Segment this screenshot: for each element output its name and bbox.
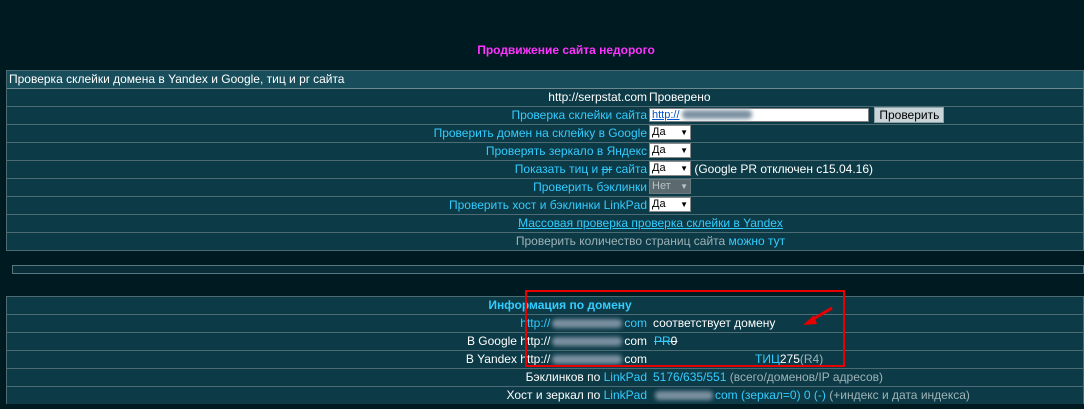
google-info-label: В Google http://com (466, 334, 647, 348)
yandex-info-row: В Yandex http://com ТИЦ275(R4) (7, 351, 1083, 369)
mass-check-row: Массовая проверка проверка склейки в Yan… (7, 215, 1083, 233)
host-info-label: Хост и зеркал по LinkPad (506, 388, 647, 402)
yandex-label: Проверять зеркало в Яндекс (485, 144, 647, 158)
host-info-value: com (зеркал=0) 0 (-) (+индекс и дата инд… (653, 387, 970, 404)
checker-label: http://serpstat.com (548, 90, 647, 104)
backlinks-label: Проверить бэклинки (533, 180, 647, 194)
chevron-down-icon: ▼ (680, 200, 688, 210)
yandex-select-wrap: Да ▼ (649, 143, 691, 160)
info-title: Информация по домену (488, 298, 632, 312)
linkpad-row: Проверить хост и бэклинки LinkPad Да ▼ (7, 197, 1083, 215)
checker-status: Проверено (649, 90, 711, 104)
domain-info-panel: Информация по домену http://com соответс… (6, 296, 1084, 404)
tic-row: Показать тиц и pr сайта Да ▼ (Google PR о… (7, 161, 1083, 179)
google-info-row: В Google http://com PR0 (7, 333, 1083, 351)
domain-label: http://com (520, 316, 647, 330)
host-info-row: Хост и зеркал по LinkPad com (зеркал=0) … (7, 387, 1083, 404)
mass-check-link[interactable]: Массовая проверка проверка склейки в Yan… (518, 216, 783, 230)
pages-link[interactable]: можно тут (729, 234, 786, 248)
chevron-down-icon: ▼ (680, 128, 688, 138)
url-label: Проверка склейки сайта (511, 108, 647, 122)
redacted-domain (681, 110, 752, 120)
url-input-value: http:// (652, 108, 680, 121)
form-title: Проверка склейки домена в Yandex и Googl… (7, 71, 1083, 89)
backlinks-info-value: 5176/635/551 (всего/доменов/IP адресов) (653, 370, 884, 384)
linkpad-select[interactable]: Да ▼ (649, 197, 691, 213)
backlinks-select-wrap: Нет ▼ (649, 179, 691, 196)
promo-link[interactable]: Продвижение сайта недорого (0, 43, 1084, 57)
divider-bar (12, 265, 1084, 274)
backlinks-select: Нет ▼ (649, 179, 691, 195)
google-pr: PR0 (654, 334, 678, 348)
backlinks-row: Проверить бэклинки Нет ▼ (7, 179, 1083, 197)
info-title-row: Информация по домену (7, 297, 1083, 315)
yandex-info-label: В Yandex http://com (465, 352, 647, 366)
google-label: Проверить домен на склейку в Google (433, 126, 647, 140)
pages-row: Проверить количество страниц сайта можно… (7, 233, 1083, 250)
tic-label: Показать тиц и pr сайта (514, 162, 647, 176)
url-row: Проверка склейки сайта http:// Проверить (7, 106, 1083, 125)
yandex-tic: ТИЦ275(R4) (755, 352, 824, 366)
redacted-domain (655, 391, 713, 401)
tic-select-wrap: Да ▼ (Google PR отключен с15.04.16) (649, 161, 873, 178)
check-button[interactable]: Проверить (874, 106, 945, 123)
domain-check-form: Проверка склейки домена в Yandex и Googl… (6, 70, 1084, 251)
backlinks-info-label: Бэклинков по LinkPad (525, 370, 647, 384)
red-arrow-icon (803, 306, 833, 325)
tic-note: (Google PR отключен с15.04.16) (694, 162, 873, 176)
chevron-down-icon: ▼ (680, 164, 688, 174)
google-select[interactable]: Да ▼ (649, 125, 691, 141)
yandex-row: Проверять зеркало в Яндекс Да ▼ (7, 143, 1083, 161)
url-controls: http:// Проверить (649, 106, 945, 124)
redacted-domain (552, 319, 623, 329)
url-input[interactable]: http:// (649, 107, 869, 122)
domain-row: http://com соответствует домену (7, 315, 1083, 333)
google-select-wrap: Да ▼ (649, 125, 691, 142)
redacted-domain (552, 337, 623, 347)
linkpad-select-wrap: Да ▼ (649, 197, 691, 214)
checker-row: http://serpstat.com Проверено (7, 89, 1083, 107)
yandex-select[interactable]: Да ▼ (649, 143, 691, 159)
tic-select[interactable]: Да ▼ (649, 161, 691, 177)
redacted-domain (552, 355, 623, 365)
linkpad-label: Проверить хост и бэклинки LinkPad (449, 198, 647, 212)
backlinks-info-row: Бэклинков по LinkPad 5176/635/551 (всего… (7, 369, 1083, 387)
google-row: Проверить домен на склейку в Google Да ▼ (7, 125, 1083, 143)
chevron-down-icon: ▼ (680, 182, 688, 192)
pages-text: Проверить количество страниц сайта (515, 234, 729, 248)
domain-match: соответствует домену (653, 316, 776, 330)
chevron-down-icon: ▼ (680, 146, 688, 156)
